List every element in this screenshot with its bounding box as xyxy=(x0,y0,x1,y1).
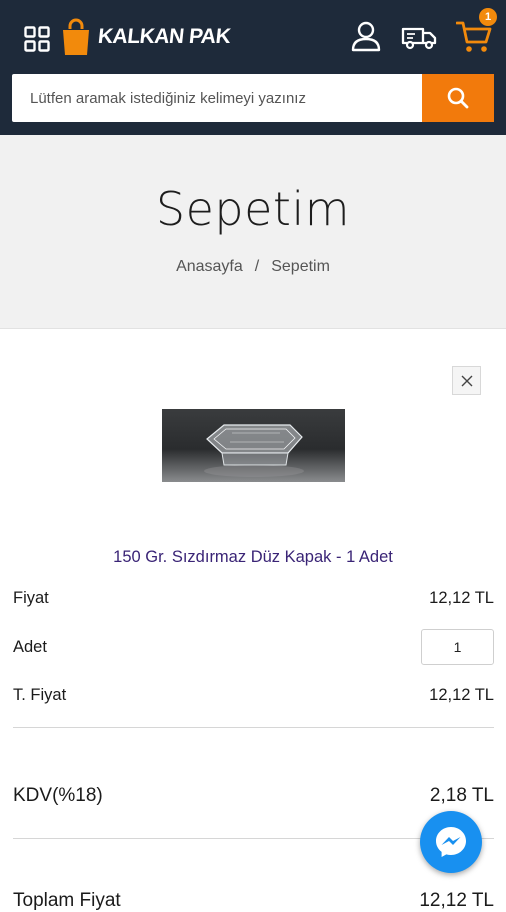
search-bar xyxy=(12,74,494,122)
breadcrumb: Anasayfa / Sepetim xyxy=(0,258,506,276)
messenger-icon xyxy=(436,827,466,857)
price-label: Fiyat xyxy=(13,589,49,607)
line-total-value: 12,12 TL xyxy=(429,686,494,704)
remove-item-button[interactable] xyxy=(452,366,481,395)
quantity-input[interactable] xyxy=(421,629,494,665)
search-icon xyxy=(447,87,469,109)
breadcrumb-current: Sepetim xyxy=(271,258,330,275)
grand-total-label: Toplam Fiyat xyxy=(13,890,121,911)
brand-logo[interactable]: KALKAN PAK xyxy=(61,17,232,57)
divider xyxy=(13,727,494,728)
quantity-label: Adet xyxy=(13,638,47,656)
page-title: Sepetim xyxy=(155,182,351,236)
user-icon[interactable] xyxy=(350,20,382,52)
product-name-link[interactable]: 150 Gr. Sızdırmaz Düz Kapak - 1 Adet xyxy=(0,548,506,567)
brand-name: KALKAN PAK xyxy=(96,25,232,48)
site-header: KALKAN PAK 1 xyxy=(0,0,506,135)
close-icon xyxy=(461,375,472,386)
tax-value: 2,18 TL xyxy=(429,785,494,806)
breadcrumb-home-link[interactable]: Anasayfa xyxy=(176,258,243,275)
grid-menu-icon[interactable] xyxy=(24,26,50,52)
product-image[interactable] xyxy=(162,409,345,482)
tax-label: KDV(%18) xyxy=(13,785,103,806)
breadcrumb-separator: / xyxy=(254,258,260,275)
price-value: 12,12 TL xyxy=(429,589,494,607)
messenger-chat-button[interactable] xyxy=(420,811,482,873)
search-button[interactable] xyxy=(422,74,494,122)
shopping-bag-logo-icon xyxy=(63,18,89,55)
cart-button[interactable]: 1 xyxy=(456,8,500,54)
grand-total-value: 12,12 TL xyxy=(419,890,494,911)
cart-count-badge: 1 xyxy=(479,8,497,26)
shipping-truck-icon[interactable] xyxy=(400,20,438,52)
line-total-label: T. Fiyat xyxy=(13,686,67,704)
search-input[interactable] xyxy=(12,74,422,122)
